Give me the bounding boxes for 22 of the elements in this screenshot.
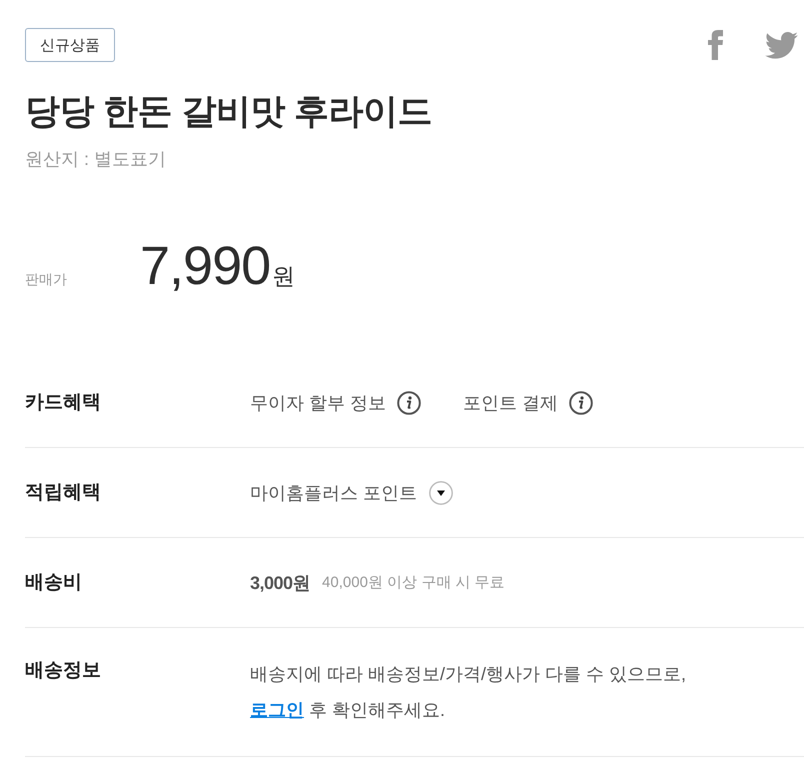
row-label: 카드혜택: [25, 390, 102, 414]
currency-unit: 원: [272, 262, 296, 291]
info-icon: [397, 390, 422, 414]
row-label: 적립혜택: [25, 480, 102, 504]
facebook-icon[interactable]: [708, 30, 723, 60]
price-amount: 7,990: [140, 235, 270, 298]
caret-icon[interactable]: [429, 480, 454, 504]
info-link[interactable]: 포인트 결제: [463, 390, 594, 414]
price-label: 판매가: [25, 271, 68, 289]
twitter-icon[interactable]: [765, 31, 798, 59]
free-shipping-note: 40,000원 이상 구매 시 무료: [322, 573, 505, 592]
info-icon: [569, 390, 594, 414]
product-title: 당당 한돈 갈비맛 후라이드: [25, 91, 434, 133]
info-link[interactable]: 무이자 할부 정보: [250, 390, 422, 414]
new-product-badge: 신규상품: [25, 28, 115, 62]
point-program-text: 마이홈플러스 포인트: [250, 482, 418, 504]
row-label: 배송정보: [25, 659, 102, 683]
login-link[interactable]: 로그인: [250, 700, 304, 720]
origin-text: 원산지 : 별도표기: [25, 148, 168, 171]
shipping-fee: 3,000원: [250, 572, 310, 594]
shipping-notice: 배송지에 따라 배송정보/가격/행사가 다를 수 있으므로, 로그인 후 확인해주세요.: [250, 663, 686, 722]
row-label: 배송비: [25, 570, 83, 594]
